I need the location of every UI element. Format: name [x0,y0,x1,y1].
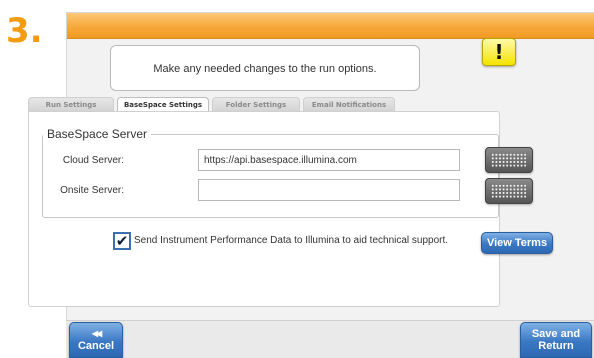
tab-email-notifications[interactable]: Email Notifications [303,97,395,111]
basespace-server-group [42,134,499,218]
save-label-line2: Return [538,340,574,352]
tab-bar: Run Settings BaseSpace Settings Folder S… [28,97,398,111]
save-and-return-button[interactable]: Save and Return [520,322,592,358]
performance-data-checkbox[interactable]: ✔ [113,232,131,250]
keyboard-icon [491,184,527,199]
cancel-button[interactable]: ◀◀ Cancel [69,322,123,358]
bottom-bar [66,320,594,358]
onsite-server-label: Onsite Server: [60,185,124,196]
keyboard-icon [491,153,527,168]
onsite-server-keyboard-button[interactable] [485,178,533,204]
cloud-server-keyboard-button[interactable] [485,147,533,173]
save-label-line1: Save and [531,328,581,340]
tab-basespace-settings[interactable]: BaseSpace Settings [117,97,209,111]
tab-content: BaseSpace Server Cloud Server: Onsite Se… [28,111,533,307]
step-number: 3. [6,11,43,51]
header-bar [67,13,594,39]
cloud-server-label: Cloud Server: [62,155,124,166]
cloud-server-input[interactable] [198,149,460,171]
tab-run-settings[interactable]: Run Settings [28,97,114,111]
performance-data-label: Send Instrument Performance Data to Illu… [134,235,449,246]
basespace-server-legend: BaseSpace Server [43,127,152,141]
tab-folder-settings[interactable]: Folder Settings [212,97,300,111]
instruction-message: Make any needed changes to the run optio… [110,45,420,91]
cancel-label: Cancel [77,340,115,352]
onsite-server-input[interactable] [198,179,460,201]
exclamation-icon: ! [494,40,504,64]
alert-button[interactable]: ! [482,38,516,66]
view-terms-button[interactable]: View Terms [481,232,553,254]
checkmark-icon: ✔ [115,232,129,250]
rewind-icon: ◀◀ [91,329,102,338]
